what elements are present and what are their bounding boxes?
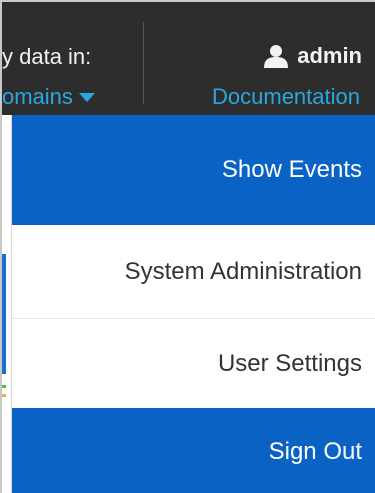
underlying-page-marker-green [2,385,6,388]
menu-item-label: System Administration [124,257,362,285]
data-filter: y data in: omains [2,22,142,109]
documentation-link[interactable]: Documentation [212,84,360,110]
menu-item-show-events[interactable]: Show Events [12,115,375,225]
underlying-page-marker-orange [2,394,6,397]
user-menu-toggle[interactable]: admin [202,43,362,68]
underlying-page-accent [2,254,6,374]
caret-down-icon [78,92,95,102]
menu-item-label: Sign Out [268,437,362,465]
menu-item-label: User Settings [217,350,362,377]
menu-item-sign-out[interactable]: Sign Out [12,408,375,493]
top-header-bar: y data in: omains admin Documentation [2,2,375,115]
menu-item-system-administration[interactable]: System Administration [12,225,375,319]
header-divider [143,22,144,104]
user-icon [264,45,289,68]
app-frame: y data in: omains admin Documentation Sh… [0,0,375,493]
filter-dropdown[interactable]: omains [2,84,95,110]
filter-value-text: omains [2,84,73,109]
user-name: admin [297,43,362,68]
menu-item-label: Show Events [221,156,362,183]
filter-label: y data in: [2,44,92,69]
user-dropdown-menu: Show Events System Administration User S… [11,115,375,493]
menu-item-user-settings[interactable]: User Settings [12,320,375,408]
